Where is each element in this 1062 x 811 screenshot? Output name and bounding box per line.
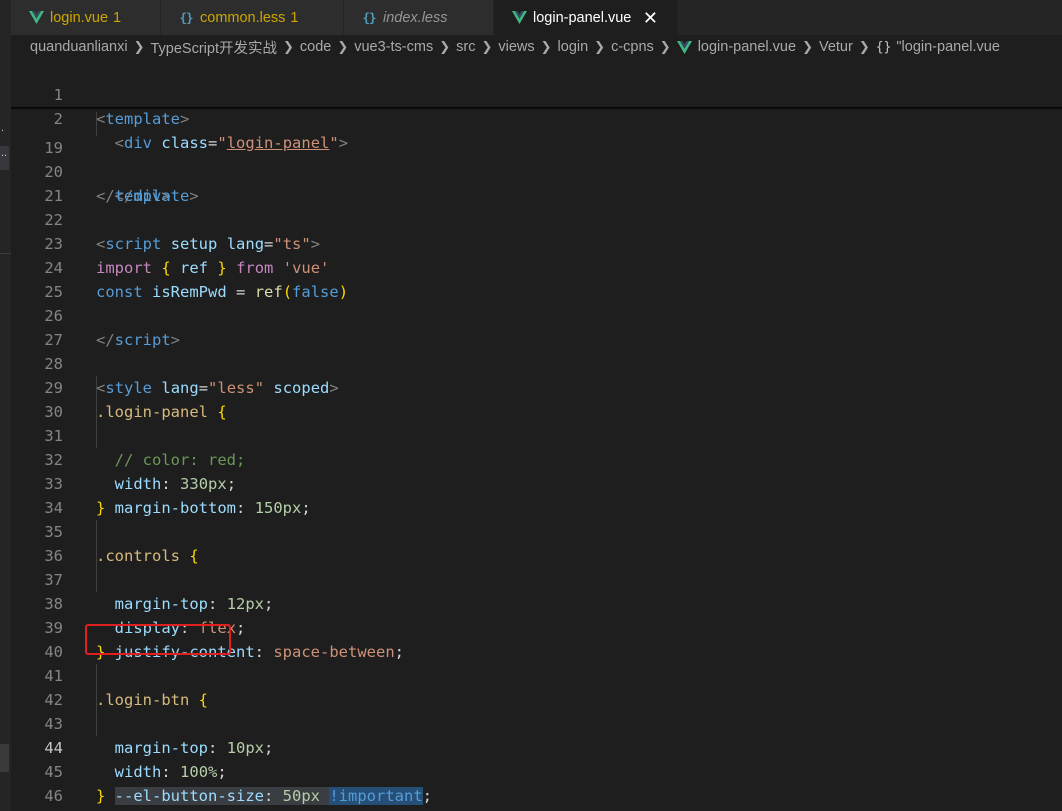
sidebar-divider — [0, 253, 11, 254]
sticky-scroll-shadow — [11, 107, 1062, 110]
indent-guide — [96, 712, 97, 736]
braces-icon: {} — [362, 10, 376, 25]
chevron-right-icon: ❯ — [594, 39, 606, 54]
breadcrumb: quanduanlianxi ❯ TypeScript开发实战 ❯ code ❯… — [11, 35, 1062, 59]
code-line: 37 display: flex; — [11, 544, 1062, 637]
chevron-right-icon: ❯ — [439, 39, 451, 54]
code-line: 19 </div> — [11, 112, 1062, 205]
indent-guide — [96, 424, 97, 448]
breadcrumb-symbol[interactable]: {} "login-panel.vue — [876, 39, 1000, 55]
tab-label: index.less — [383, 9, 448, 26]
code-line: 35 .controls { — [11, 496, 1062, 565]
indent-guide — [96, 568, 97, 592]
code-line: 20 </template> — [11, 136, 1062, 205]
code-line: 26 </script> — [11, 280, 1062, 349]
code-line: 28 <style lang="less" scoped> — [11, 328, 1062, 397]
breadcrumb-item[interactable]: vue3-ts-cms — [354, 39, 433, 55]
code-line: 47 — [11, 784, 1062, 808]
code-line: 2 <div class="login-panel"> — [11, 83, 1062, 152]
sidebar-selected-item[interactable]: .. — [0, 146, 9, 170]
tab-index-less[interactable]: {} index.less — [344, 0, 494, 35]
annotation-highlight-box — [85, 624, 231, 655]
indent-guide — [96, 520, 97, 544]
code-line: 33 } — [11, 448, 1062, 517]
indent-guide — [96, 544, 97, 568]
close-icon[interactable]: ✕ — [641, 9, 659, 27]
code-line: 25 — [11, 256, 1062, 301]
breadcrumb-item[interactable]: login — [558, 39, 589, 55]
code-line: 29 .login-panel { — [11, 352, 1062, 421]
braces-icon: {} — [875, 39, 892, 55]
chevron-right-icon: ❯ — [133, 39, 145, 54]
chevron-right-icon: ❯ — [659, 39, 671, 54]
tab-label: login-panel.vue — [533, 9, 632, 26]
code-line: 39 } — [11, 592, 1062, 661]
tab-login-panel-vue[interactable]: login-panel.vue ✕ — [494, 0, 678, 35]
code-line: 34 — [11, 472, 1062, 517]
breadcrumb-file-label: login-panel.vue — [697, 39, 797, 55]
chevron-right-icon: ❯ — [481, 39, 493, 54]
chevron-right-icon: ❯ — [337, 39, 349, 54]
tab-label: common.less — [200, 9, 286, 26]
breadcrumb-item[interactable]: Vetur — [819, 39, 853, 55]
breadcrumb-item[interactable]: views — [498, 39, 534, 55]
code-line: 31 width: 330px; — [11, 400, 1062, 493]
code-line: 46 </style> — [11, 760, 1062, 805]
code-line: 23 import { ref } from 'vue' — [11, 208, 1062, 277]
breadcrumb-item[interactable]: TypeScript开发实战 — [150, 37, 277, 58]
chevron-right-icon: ❯ — [858, 39, 870, 54]
editor-tab-bar: login.vue 1 {} common.less 1 {} index.le… — [11, 0, 1062, 35]
code-line: 24 const isRemPwd = ref(false) — [11, 232, 1062, 301]
vue-icon — [28, 11, 44, 24]
braces-icon: {} — [179, 10, 193, 25]
code-line: 1 <template> — [11, 59, 1062, 128]
vue-icon — [511, 11, 527, 24]
breadcrumb-item[interactable]: c-cpns — [611, 39, 654, 55]
breadcrumb-file[interactable]: login-panel.vue — [676, 39, 797, 55]
chevron-right-icon: ❯ — [282, 39, 294, 54]
code-line: 27 — [11, 304, 1062, 349]
code-editor[interactable]: 1 <template> 2 <div class="login-panel">… — [11, 59, 1062, 811]
code-line: 36 margin-top: 12px; — [11, 520, 1062, 613]
sidebar-edge: . .. — [0, 0, 11, 811]
chevron-right-icon: ❯ — [540, 39, 552, 54]
code-line: 21 — [11, 160, 1062, 205]
code-line: 38 justify-content: space-between; — [11, 568, 1062, 661]
code-line: 42 margin-top: 10px; — [11, 664, 1062, 757]
tab-label: login.vue — [50, 9, 109, 26]
code-line: 43 width: 100%; — [11, 688, 1062, 781]
tab-problem-badge: 1 — [290, 9, 299, 26]
indent-guide — [96, 688, 97, 712]
vue-icon — [676, 40, 692, 54]
tab-problem-badge: 1 — [113, 9, 122, 26]
chevron-right-icon: ❯ — [802, 39, 813, 54]
breadcrumb-symbol-label: "login-panel.vue — [896, 39, 1000, 55]
breadcrumb-item[interactable]: src — [456, 39, 475, 55]
code-line-current: 44 --el-button-size: 50px !important; — [11, 712, 1062, 805]
sidebar-ellipsis: . — [1, 122, 5, 134]
breadcrumb-item[interactable]: code — [300, 39, 331, 55]
code-line: 32 margin-bottom: 150px; — [11, 424, 1062, 517]
code-line: 22 <script setup lang="ts"> — [11, 184, 1062, 253]
indent-guide — [96, 376, 97, 400]
indent-guide — [96, 112, 97, 136]
breadcrumb-item[interactable]: quanduanlianxi — [30, 39, 128, 55]
tab-common-less[interactable]: {} common.less 1 — [161, 0, 344, 35]
code-line: 45 } — [11, 736, 1062, 805]
sidebar-scrollbar-thumb[interactable] — [0, 744, 9, 772]
indent-guide — [96, 400, 97, 424]
indent-guide — [96, 664, 97, 688]
code-line: 30 // color: red; — [11, 376, 1062, 469]
tab-login-vue[interactable]: login.vue 1 — [11, 0, 161, 35]
